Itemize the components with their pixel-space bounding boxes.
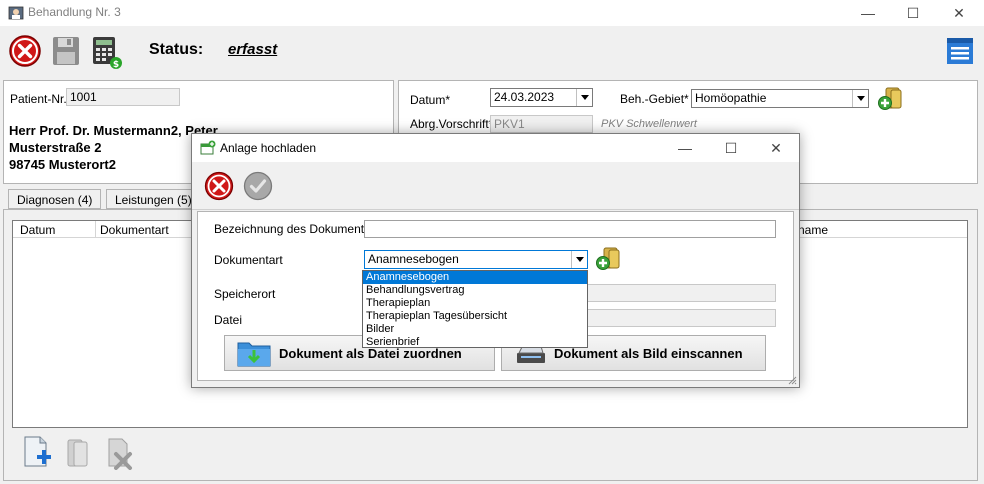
tab-leistungen[interactable]: Leistungen (5) bbox=[106, 189, 201, 209]
dropdown-option[interactable]: Anamnesebogen bbox=[363, 271, 587, 284]
delete-document-button[interactable] bbox=[106, 438, 134, 470]
list-menu-button[interactable] bbox=[946, 37, 974, 65]
calculator-button[interactable]: $ bbox=[91, 36, 123, 70]
dialog-maximize-button[interactable]: ☐ bbox=[708, 134, 754, 162]
patient-street: Musterstraße 2 bbox=[9, 140, 102, 155]
dialog-title: Anlage hochladen bbox=[220, 141, 317, 155]
open-document-button[interactable] bbox=[64, 438, 90, 470]
column-dokumentart[interactable]: Dokumentart bbox=[100, 223, 169, 237]
minimize-button[interactable]: — bbox=[845, 0, 891, 26]
patient-city: 98745 Musterort2 bbox=[9, 157, 116, 172]
close-icon: ✕ bbox=[953, 4, 965, 21]
column-name[interactable]: name bbox=[798, 223, 828, 237]
status-value: erfasst bbox=[228, 41, 278, 58]
date-picker[interactable]: 24.03.2023 bbox=[490, 88, 593, 107]
document-type-value: Anamnesebogen bbox=[368, 252, 459, 266]
tab-diagnosen[interactable]: Diagnosen (4) bbox=[8, 189, 102, 209]
date-value: 24.03.2023 bbox=[494, 90, 555, 104]
cancel-button[interactable] bbox=[8, 34, 42, 68]
dialog-cancel-button[interactable] bbox=[204, 171, 234, 201]
area-label: Beh.-Gebiet* bbox=[620, 92, 689, 106]
document-name-label: Bezeichnung des Dokuments bbox=[214, 222, 371, 236]
dialog-toolbar bbox=[192, 162, 799, 210]
chevron-down-icon[interactable] bbox=[576, 89, 592, 106]
dialog-minimize-button[interactable]: — bbox=[662, 134, 708, 162]
maximize-icon: ☐ bbox=[906, 4, 920, 21]
folder-icon bbox=[237, 342, 271, 367]
billing-field[interactable]: PKV1 bbox=[490, 115, 593, 133]
chevron-down-icon[interactable] bbox=[852, 90, 868, 107]
save-button[interactable] bbox=[52, 36, 80, 66]
dialog-confirm-button[interactable] bbox=[243, 171, 273, 201]
dropdown-option[interactable]: Behandlungsvertrag bbox=[363, 284, 587, 297]
add-document-button[interactable] bbox=[22, 436, 52, 470]
area-value: Homöopathie bbox=[695, 91, 767, 105]
app-icon bbox=[8, 6, 24, 20]
resize-grip-icon[interactable] bbox=[787, 375, 797, 385]
attachment-icon bbox=[200, 140, 216, 155]
column-datum[interactable]: Datum bbox=[20, 223, 55, 237]
add-document-type-button[interactable] bbox=[595, 246, 621, 272]
close-icon: ✕ bbox=[770, 139, 782, 156]
date-label: Datum* bbox=[410, 93, 451, 107]
close-window-button[interactable]: ✕ bbox=[936, 0, 982, 26]
area-select[interactable]: Homöopathie bbox=[691, 89, 869, 108]
document-type-dropdown[interactable]: Anamnesebogen Behandlungsvertrag Therapi… bbox=[362, 270, 588, 348]
document-type-label: Dokumentart bbox=[214, 253, 283, 267]
window-titlebar: Behandlung Nr. 3 — ☐ ✕ bbox=[0, 0, 984, 26]
status-label: Status: bbox=[149, 41, 204, 58]
window-title: Behandlung Nr. 3 bbox=[28, 5, 121, 19]
document-type-select[interactable]: Anamnesebogen bbox=[364, 250, 588, 269]
main-toolbar: $ Status: erfasst bbox=[0, 26, 984, 76]
dropdown-option[interactable]: Bilder bbox=[363, 323, 587, 336]
document-name-field[interactable] bbox=[364, 220, 776, 238]
patient-nr-field[interactable]: 1001 bbox=[66, 88, 180, 106]
dropdown-option[interactable]: Therapieplan Tagesübersicht bbox=[363, 310, 587, 323]
storage-location-label: Speicherort bbox=[214, 287, 276, 301]
dialog-titlebar: Anlage hochladen — ☐ ✕ bbox=[192, 134, 799, 162]
dialog-close-button[interactable]: ✕ bbox=[753, 134, 799, 162]
patient-name: Herr Prof. Dr. Mustermann2, Peter bbox=[9, 123, 218, 138]
file-label: Datei bbox=[214, 313, 243, 327]
svg-text:$: $ bbox=[113, 60, 119, 70]
add-area-button[interactable] bbox=[877, 86, 903, 112]
upload-dialog: Anlage hochladen — ☐ ✕ Bezeichnung des D… bbox=[191, 133, 800, 388]
patient-nr-label: Patient-Nr. bbox=[10, 92, 67, 106]
dropdown-option[interactable]: Serienbrief bbox=[363, 336, 587, 349]
minimize-icon: — bbox=[678, 140, 692, 156]
billing-note: PKV Schwellenwert bbox=[601, 118, 697, 130]
minimize-icon: — bbox=[861, 5, 875, 21]
maximize-button[interactable]: ☐ bbox=[890, 0, 936, 26]
grid-toolbar bbox=[12, 430, 968, 478]
billing-label: Abrg.Vorschrift* bbox=[410, 117, 494, 131]
chevron-down-icon[interactable] bbox=[571, 251, 587, 268]
maximize-icon: ☐ bbox=[724, 139, 738, 156]
dropdown-option[interactable]: Therapieplan bbox=[363, 297, 587, 310]
